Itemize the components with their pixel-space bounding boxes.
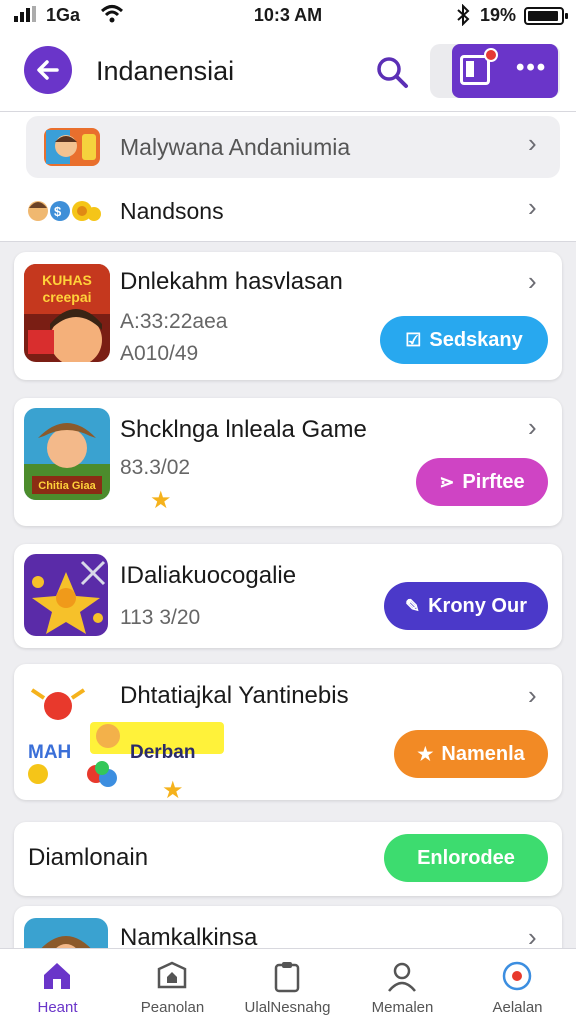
bottom-nav: Heant Peanolan UlalNesnahg Memalen Aelal… xyxy=(0,948,576,1024)
game-card[interactable]: Dhtatiajkal Yantinebis › MAH Derban ★ ★ … xyxy=(14,664,562,804)
check-icon: ☑ xyxy=(405,329,422,350)
globe-icon xyxy=(502,961,532,991)
card-action-button[interactable]: ✎ Krony Our xyxy=(384,582,548,630)
nav-item-ulalnesnahg[interactable]: UlalNesnahg xyxy=(230,949,345,1024)
game-card[interactable]: IDaliakuocogalie 113 3/20 ✎ Krony Our xyxy=(14,544,562,648)
nav-item-home[interactable]: Heant xyxy=(0,949,115,1024)
promo-label: MAH xyxy=(28,742,72,763)
chevron-right-icon: › xyxy=(528,192,537,222)
clipboard-icon xyxy=(274,962,300,993)
notification-badge xyxy=(484,48,498,62)
card-meta: 113 3/20 xyxy=(120,606,201,629)
status-bar: 1Ga 10:3 AM 19% xyxy=(0,0,576,34)
star-icon: ★ xyxy=(150,487,172,514)
arrow-left-icon xyxy=(37,60,59,80)
card-title: Shcklnga lnleala Game xyxy=(120,416,367,443)
nav-label: Heant xyxy=(37,999,78,1016)
chevron-right-icon: › xyxy=(528,680,537,710)
app-header: Indanensiai ••• xyxy=(0,34,576,112)
card-meta: A010/49 xyxy=(120,342,199,365)
nav-label: UlalNesnahg xyxy=(244,999,331,1016)
card-meta: A:33:22aea xyxy=(120,310,228,333)
chevron-right-icon: › xyxy=(528,128,537,158)
button-label: Krony Our xyxy=(428,594,527,617)
header-actions: ••• xyxy=(430,44,560,98)
thumbnail-caption: KUHAS creepai xyxy=(42,272,92,305)
edit-icon: ✎ xyxy=(405,595,421,616)
card-action-button[interactable]: ★ Namenla xyxy=(394,730,548,778)
card-meta: 83.3/02 xyxy=(120,456,191,479)
box-icon xyxy=(157,961,187,989)
button-label: Pirftee xyxy=(462,470,525,493)
game-thumbnail xyxy=(24,554,108,636)
nav-label: Peanolan xyxy=(140,999,205,1016)
promo-graphic: MAH Derban ★ xyxy=(24,678,224,804)
search-icon xyxy=(377,57,408,88)
game-thumbnail: Chitia Giaa xyxy=(24,408,110,500)
home-icon xyxy=(44,963,70,989)
nav-label: Memalen xyxy=(371,999,434,1016)
avatar-group-icon: $ xyxy=(26,196,102,226)
battery-icon xyxy=(524,7,568,25)
thumbnail-caption: Chitia Giaa xyxy=(38,480,96,492)
promo-label: Derban xyxy=(130,742,196,763)
nav-item-aelalan[interactable]: Aelalan xyxy=(460,949,575,1024)
game-card[interactable]: Chitia Giaa Shcklnga lnleala Game › 83.3… xyxy=(14,398,562,526)
back-button[interactable] xyxy=(24,46,72,94)
game-thumbnail: KUHAS creepai xyxy=(24,264,110,362)
card-title: Dnlekahm hasvlasan xyxy=(120,268,343,295)
nav-label: Aelalan xyxy=(492,999,543,1016)
nav-item-memalen[interactable]: Memalen xyxy=(345,949,460,1024)
page-title: Indanensiai xyxy=(96,56,235,86)
card-action-button[interactable]: ⋗ Pirftee xyxy=(416,458,548,506)
svg-text:$: $ xyxy=(54,204,62,219)
game-card[interactable]: KUHAS creepai Dnlekahm hasvlasan › A:33:… xyxy=(14,252,562,380)
button-label: Namenla xyxy=(441,742,525,765)
bluetooth-icon xyxy=(455,3,471,31)
list-item[interactable]: Malywana Andaniumia › xyxy=(0,114,576,178)
game-thumbnail xyxy=(44,128,100,166)
list-item-label: Malywana Andaniumia xyxy=(120,134,351,160)
nav-item-peanolan[interactable]: Peanolan xyxy=(115,949,230,1024)
user-icon xyxy=(388,962,416,992)
card-title: Diamlonain xyxy=(28,844,149,871)
button-label: Enlorodee xyxy=(417,846,515,869)
search-button[interactable] xyxy=(372,52,412,92)
star-icon: ★ xyxy=(162,777,184,804)
card-action-button[interactable]: Enlorodee xyxy=(384,834,548,882)
card-action-button[interactable]: ☑ Sedskany xyxy=(380,316,548,364)
more-icon: ••• xyxy=(516,54,548,81)
list-item-label: Nandsons xyxy=(120,198,224,224)
game-card[interactable]: Diamlonain Enlorodee xyxy=(14,822,562,896)
card-title: IDaliakuocogalie xyxy=(120,562,297,589)
battery-percent: 19% xyxy=(480,5,517,25)
button-label: Sedskany xyxy=(429,328,523,351)
chevron-right-icon: › xyxy=(528,266,537,296)
list-item[interactable]: $ Nandsons › xyxy=(0,178,576,240)
star-icon: ★ xyxy=(417,743,434,764)
top-list: Malywana Andaniumia › $ Nandsons › xyxy=(0,112,576,242)
chevron-right-icon: › xyxy=(528,412,537,442)
menu-button[interactable]: ••• xyxy=(452,44,558,98)
play-icon: ⋗ xyxy=(439,471,455,492)
